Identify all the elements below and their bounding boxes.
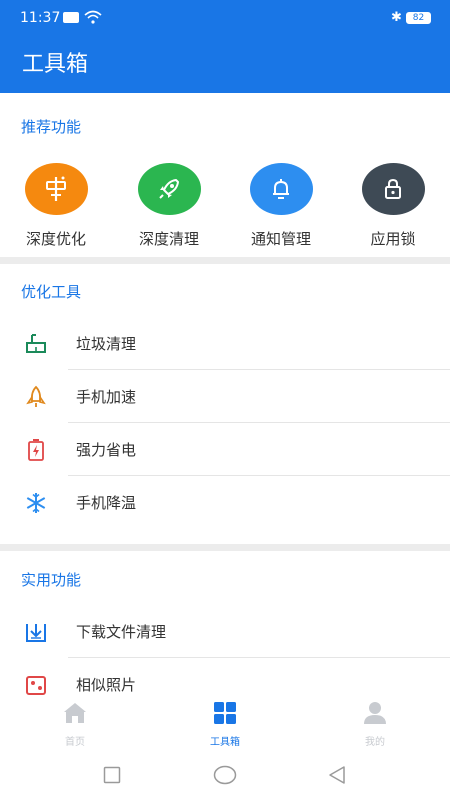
back-nav-icon[interactable] bbox=[327, 765, 347, 785]
feature-notification-manage[interactable]: 通知管理 bbox=[236, 163, 326, 249]
tool-row-download-clean[interactable]: 下载文件清理 bbox=[0, 605, 450, 658]
tab-mine[interactable]: 我的 bbox=[335, 701, 415, 748]
tool-row-phone-cool[interactable]: 手机降温 bbox=[0, 476, 450, 529]
grid-icon bbox=[214, 702, 236, 724]
rocket-icon bbox=[137, 163, 201, 215]
feature-label: 通知管理 bbox=[250, 230, 311, 248]
wifi-icon bbox=[84, 10, 102, 24]
top-app-bar: 11:37 ✱ 82 工具箱 bbox=[0, 0, 450, 93]
tab-label: 首页 bbox=[65, 737, 85, 748]
tool-label: 垃圾清理 bbox=[76, 335, 137, 353]
system-nav-bar bbox=[0, 750, 450, 800]
tool-row-junk-clean[interactable]: 垃圾清理 bbox=[0, 317, 450, 370]
tab-label: 我的 bbox=[365, 737, 385, 748]
feature-deep-optimize[interactable]: 深度优化 bbox=[11, 163, 101, 249]
status-time: 11:37 bbox=[20, 10, 61, 26]
bluetooth-icon: ✱ bbox=[391, 10, 402, 25]
download-icon bbox=[26, 624, 46, 642]
feature-label: 深度清理 bbox=[138, 230, 199, 248]
tool-label: 强力省电 bbox=[76, 441, 137, 459]
battery-indicator: 82 bbox=[406, 12, 431, 24]
home-nav-icon[interactable] bbox=[213, 765, 237, 785]
tool-label: 相似照片 bbox=[76, 676, 137, 694]
broom-icon bbox=[26, 334, 46, 353]
home-icon bbox=[64, 703, 86, 723]
tab-label: 工具箱 bbox=[210, 737, 240, 748]
feature-deep-clean[interactable]: 深度清理 bbox=[124, 163, 214, 249]
tool-label: 下载文件清理 bbox=[76, 623, 167, 641]
page-title: 工具箱 bbox=[22, 52, 89, 77]
tool-label: 手机加速 bbox=[76, 388, 137, 406]
feature-label: 应用锁 bbox=[370, 230, 416, 248]
photo-icon bbox=[26, 676, 46, 695]
optimize-icon bbox=[24, 163, 88, 215]
feature-label: 深度优化 bbox=[25, 230, 86, 248]
recent-apps-icon[interactable] bbox=[103, 766, 121, 784]
section-divider bbox=[0, 257, 450, 264]
section-title-recommended: 推荐功能 bbox=[21, 118, 82, 136]
section-divider bbox=[0, 544, 450, 551]
bell-icon bbox=[249, 163, 313, 215]
tool-row-power-save[interactable]: 强力省电 bbox=[0, 423, 450, 476]
person-icon bbox=[364, 702, 386, 724]
section-title-optimize: 优化工具 bbox=[21, 283, 82, 301]
lock-icon bbox=[361, 163, 425, 215]
message-icon bbox=[63, 12, 79, 23]
section-title-utility: 实用功能 bbox=[21, 571, 82, 589]
bottom-tab-bar: 首页 工具箱 我的 bbox=[0, 695, 450, 750]
status-bar: 11:37 ✱ 82 bbox=[0, 0, 450, 36]
tool-row-phone-boost[interactable]: 手机加速 bbox=[0, 370, 450, 423]
feature-app-lock[interactable]: 应用锁 bbox=[348, 163, 438, 249]
tab-toolbox[interactable]: 工具箱 bbox=[185, 701, 265, 748]
tool-row-similar-photos[interactable]: 相似照片 bbox=[0, 658, 450, 695]
battery-bolt-icon bbox=[28, 439, 44, 461]
tab-home[interactable]: 首页 bbox=[35, 701, 115, 748]
snowflake-icon bbox=[26, 493, 46, 513]
tool-label: 手机降温 bbox=[76, 494, 137, 512]
rocket-outline-icon bbox=[26, 385, 46, 407]
